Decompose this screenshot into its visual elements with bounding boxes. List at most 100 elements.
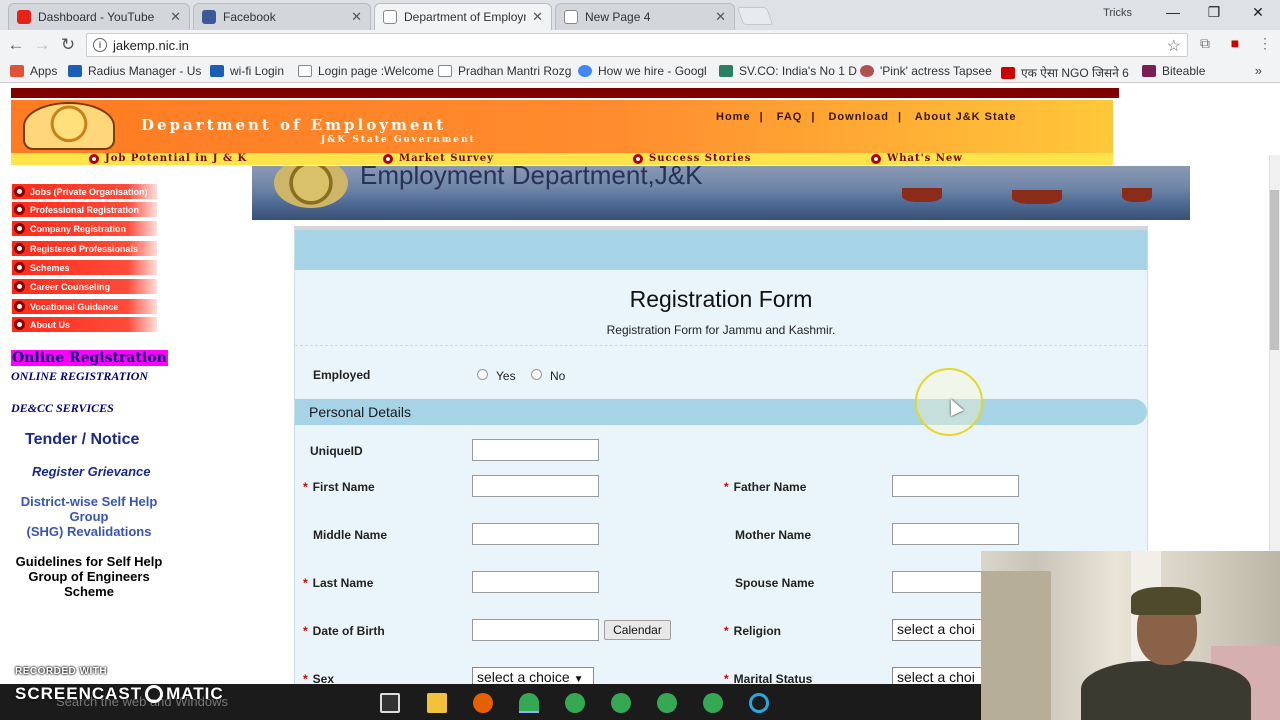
dob-label: * Date of Birth <box>303 624 385 638</box>
bookmark-pink-actress[interactable]: 'Pink' actress Tapsee <box>860 64 992 78</box>
chrome-icon[interactable] <box>519 693 539 713</box>
close-icon[interactable]: ✕ <box>351 9 362 25</box>
religion-label: * Religion <box>724 624 781 638</box>
logo-o-icon <box>145 685 164 703</box>
bookmark-apps[interactable]: Apps <box>10 64 57 78</box>
sidebar-item-jobs-private[interactable]: Jobs (Private Organisation) <box>12 184 157 199</box>
screencast-icon[interactable] <box>749 693 769 713</box>
tab-strip: Dashboard - YouTube ✕ Facebook ✕ Departm… <box>0 0 1280 30</box>
unique-id-field[interactable] <box>472 439 599 461</box>
nav-download[interactable]: Download <box>828 111 889 123</box>
sidebar-item-about-us[interactable]: About Us <box>12 317 157 332</box>
required-mark: * <box>724 624 729 638</box>
bookmark-label: Login page :Welcome <box>318 64 434 78</box>
tab-title: Facebook <box>223 10 276 24</box>
address-text[interactable]: jakemp.nic.in <box>113 38 189 53</box>
chrome-icon[interactable] <box>657 693 677 713</box>
bookmark-sv-co[interactable]: SV.CO: India's No 1 D <box>719 64 857 78</box>
bookshelf-image <box>981 571 1051 720</box>
forward-icon[interactable]: → <box>32 35 52 55</box>
close-window-button[interactable]: ✕ <box>1248 4 1268 21</box>
online-registration-link[interactable]: Online Registration <box>11 350 168 366</box>
subnav-whats-new[interactable]: What's New <box>871 153 963 164</box>
new-tab-button[interactable] <box>736 7 774 25</box>
sidebar-item-registered-professionals[interactable]: Registered Professionals <box>12 241 157 256</box>
address-bar[interactable]: i jakemp.nic.in ☆ <box>86 33 1188 57</box>
extension-badge-icon[interactable]: ■ <box>1226 35 1244 53</box>
profile-name[interactable]: Tricks <box>1103 7 1132 19</box>
decc-services-link[interactable]: DE&CC SERVICES <box>11 401 114 416</box>
chrome-icon[interactable] <box>611 693 631 713</box>
bookmarks-overflow-icon[interactable]: » <box>1255 63 1262 78</box>
register-grievance-link[interactable]: Register Grievance <box>32 464 151 479</box>
father-name-field[interactable] <box>892 475 1019 497</box>
select-value: select a choi <box>897 669 975 685</box>
sidebar-item-vocational-guidance[interactable]: Vocational Guidance <box>12 299 157 314</box>
district-shg-line: District-wise Self Help <box>20 494 158 509</box>
tab-new-page-4[interactable]: New Page 4 ✕ <box>555 3 735 30</box>
sidebar-item-career-counseling[interactable]: Career Counseling <box>12 279 157 294</box>
bookmark-radius-manager[interactable]: Radius Manager - Us <box>68 64 201 78</box>
biteable-icon <box>1142 65 1156 77</box>
tab-youtube[interactable]: Dashboard - YouTube ✕ <box>8 3 190 30</box>
employed-yes-radio[interactable] <box>477 369 488 380</box>
guidelines-shg-link[interactable]: Guidelines for Self Help Group of Engine… <box>10 554 168 599</box>
employed-no-radio[interactable] <box>531 369 542 380</box>
reload-icon[interactable]: ↻ <box>58 35 78 55</box>
file-explorer-icon[interactable] <box>427 693 447 713</box>
browser-toolbar: ← → ↻ i jakemp.nic.in ☆ <box>0 30 1280 60</box>
bookmark-ngo[interactable]: एक ऐसा NGO जिसने 6 <box>1001 64 1129 81</box>
tab-facebook[interactable]: Facebook ✕ <box>193 3 371 30</box>
first-name-field[interactable] <box>472 475 599 497</box>
extension-icon[interactable]: ⧉ <box>1196 35 1214 53</box>
select-value: select a choi <box>897 621 975 637</box>
logo-text: SCREENCAST <box>15 684 143 703</box>
chrome-icon[interactable] <box>565 693 585 713</box>
nav-faq[interactable]: FAQ <box>777 111 803 123</box>
subnav-job-potential[interactable]: Job Potential in J & K <box>89 153 247 164</box>
required-mark: * <box>303 624 308 638</box>
close-icon[interactable]: ✕ <box>170 9 181 25</box>
form-subtitle: Registration Form for Jammu and Kashmir. <box>606 323 836 337</box>
bookmark-star-icon[interactable]: ☆ <box>1167 36 1181 56</box>
online-registration-caps-link[interactable]: ONLINE REGISTRATION <box>11 369 148 384</box>
father-name-label: * Father Name <box>724 480 806 494</box>
sidebar-item-schemes[interactable]: Schemes <box>12 260 157 275</box>
close-icon[interactable]: ✕ <box>532 9 543 25</box>
sidebar-item-label: Professional Registration <box>30 204 140 215</box>
middle-name-field[interactable] <box>472 523 599 545</box>
task-view-icon[interactable] <box>380 693 400 713</box>
bookmark-pradhan-mantri[interactable]: Pradhan Mantri Rozg <box>438 64 571 78</box>
subnav-market-survey[interactable]: Market Survey <box>383 153 494 164</box>
calendar-button[interactable]: Calendar <box>604 620 671 640</box>
sidebar-item-company-registration[interactable]: Company Registration <box>12 221 157 236</box>
scrollbar-thumb[interactable] <box>1270 190 1279 350</box>
ys-icon <box>1001 66 1015 79</box>
tab-department-of-employment[interactable]: Department of Employm ✕ <box>374 3 552 30</box>
sidebar-item-professional-registration[interactable]: Professional Registration <box>12 202 157 217</box>
back-icon[interactable]: ← <box>6 35 26 55</box>
bookmark-wifi-login[interactable]: wi-fi Login <box>210 64 284 78</box>
nav-about-jk[interactable]: About J&K State <box>915 111 1017 123</box>
firefox-icon[interactable] <box>473 693 493 713</box>
subnav-label: Market Survey <box>399 153 494 164</box>
bookmark-login-page[interactable]: Login page :Welcome <box>298 64 434 78</box>
tender-notice-link[interactable]: Tender / Notice <box>25 431 139 449</box>
last-name-field[interactable] <box>472 571 599 593</box>
bullet-icon <box>14 243 25 254</box>
top-maroon-bar <box>11 88 1119 98</box>
info-icon[interactable]: i <box>93 38 107 52</box>
district-shg-link[interactable]: District-wise Self Help Group (SHG) Reva… <box>10 494 168 539</box>
bookmark-biteable[interactable]: Biteable <box>1142 64 1205 78</box>
restore-button[interactable]: ❐ <box>1204 4 1224 21</box>
menu-icon[interactable]: ⋮ <box>1256 35 1274 53</box>
bookmark-how-we-hire[interactable]: How we hire - Googl <box>578 64 707 78</box>
chrome-icon[interactable] <box>703 693 723 713</box>
dob-field[interactable] <box>472 619 599 641</box>
bullet-icon <box>14 262 25 273</box>
subnav-success-stories[interactable]: Success Stories <box>633 153 751 164</box>
minimize-button[interactable]: — <box>1163 4 1183 20</box>
nav-home[interactable]: Home <box>716 111 751 123</box>
mother-name-field[interactable] <box>892 523 1019 545</box>
close-icon[interactable]: ✕ <box>715 9 726 25</box>
